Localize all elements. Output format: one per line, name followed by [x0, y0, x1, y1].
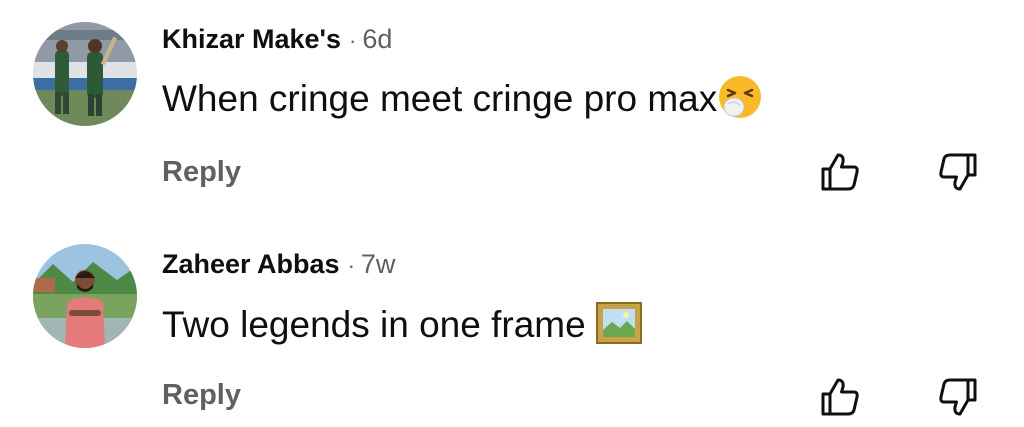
thumbs-down-icon[interactable]: [936, 150, 980, 194]
author-name[interactable]: Khizar Make's: [162, 24, 341, 54]
framed-picture-emoji: [595, 302, 642, 345]
comment-age[interactable]: 6d: [362, 24, 392, 54]
author-name[interactable]: Zaheer Abbas: [162, 249, 340, 279]
avatar[interactable]: [33, 244, 137, 348]
comment-item: Zaheer Abbas · 7w Two legends in one frame…: [0, 230, 1024, 427]
comment-text-body: When cringe meet cringe pro max: [162, 78, 718, 119]
sneezing-face-emoji: [719, 76, 762, 119]
comment-text: When cringe meet cringe pro max: [162, 76, 763, 121]
comment-age[interactable]: 7w: [361, 249, 396, 279]
separator-dot: ·: [347, 253, 355, 278]
comment-text-body: Two legends in one frame: [162, 304, 596, 345]
comment-header: Khizar Make's · 6d: [162, 22, 392, 58]
thumbs-up-icon[interactable]: [818, 150, 862, 194]
comment-text: Two legends in one frame: [162, 302, 642, 347]
thumbs-up-icon[interactable]: [818, 375, 862, 419]
reply-button[interactable]: Reply: [162, 378, 241, 412]
reply-button[interactable]: Reply: [162, 155, 241, 189]
avatar[interactable]: [33, 22, 137, 126]
comment-item: Khizar Make's · 6d When cringe meet cringe…: [0, 0, 1024, 210]
comment-header: Zaheer Abbas · 7w: [162, 247, 395, 283]
separator-dot: ·: [349, 28, 357, 53]
thumbs-down-icon[interactable]: [936, 375, 980, 419]
